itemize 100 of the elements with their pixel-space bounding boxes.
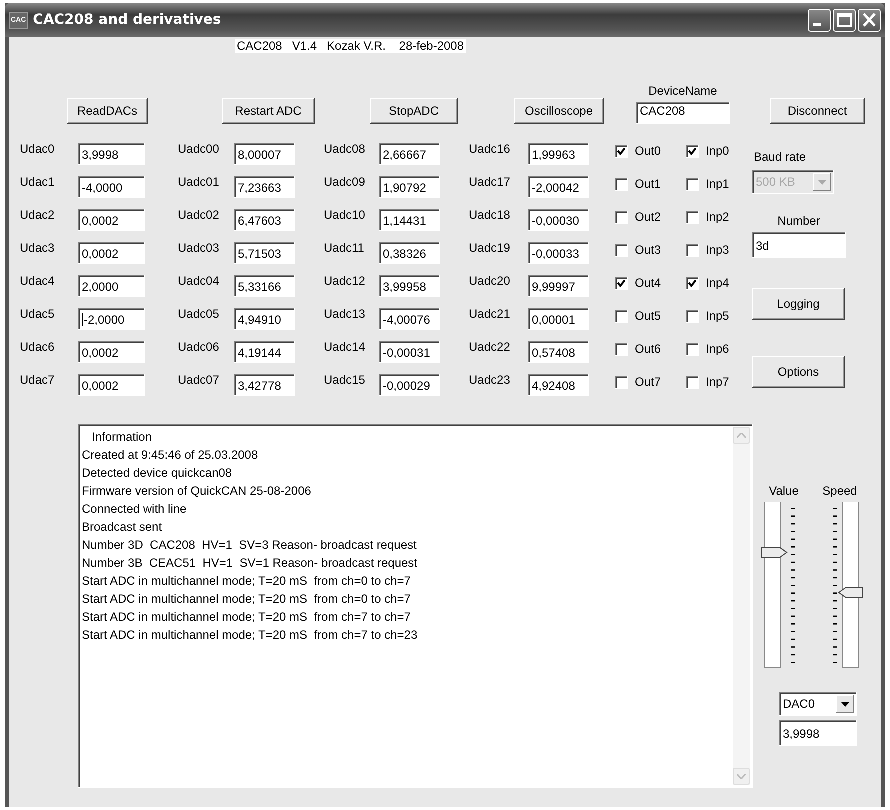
value-field[interactable]: 0,57408 — [528, 341, 589, 363]
value-field[interactable]: -0,00031 — [379, 341, 440, 363]
toolbar-button[interactable]: ReadDACs — [67, 98, 148, 124]
log-line: Created at 9:45:46 of 25.03.2008 — [82, 447, 260, 464]
value-field[interactable]: -2,0000 — [78, 308, 145, 330]
field-label: Uadc02 — [178, 207, 220, 224]
log-line: Broadcast sent — [82, 519, 164, 536]
number-field[interactable]: 3d — [752, 232, 846, 258]
checkbox[interactable] — [686, 342, 699, 356]
value-field[interactable]: 0,00001 — [528, 308, 589, 330]
field-label: Uadc01 — [178, 174, 220, 191]
device-name-field[interactable]: CAC208 — [636, 102, 730, 124]
value-field[interactable]: 8,00007 — [234, 143, 295, 165]
value-field[interactable]: 7,23663 — [234, 176, 295, 198]
field-label: Uadc04 — [178, 273, 220, 290]
checkbox[interactable] — [686, 376, 699, 388]
side-button[interactable]: Options — [752, 356, 845, 388]
value-field[interactable]: 1,99963 — [528, 143, 589, 165]
checkbox[interactable] — [686, 210, 699, 224]
value-field[interactable]: 2,0000 — [78, 275, 145, 297]
log-line: Start ADC in multichannel mode; T=20 mS from ch=7 to ch=7 — [82, 609, 412, 626]
field-label: Uadc16 — [469, 141, 512, 158]
toolbar-button[interactable]: Restart ADC — [222, 98, 315, 124]
field-label: Uadc14 — [324, 339, 366, 356]
field-label: Udac6 — [20, 339, 56, 356]
field-label: Uadc12 — [324, 273, 366, 290]
value-field[interactable]: 0,0002 — [78, 341, 145, 363]
value-field[interactable]: 3,99958 — [379, 275, 440, 297]
value-field[interactable]: 0,0002 — [78, 209, 145, 231]
value-field[interactable]: 2,66667 — [379, 143, 440, 165]
checkbox[interactable] — [686, 178, 699, 190]
disconnect-button[interactable]: Disconnect — [770, 98, 865, 124]
checkbox[interactable] — [615, 310, 628, 322]
checkbox[interactable] — [615, 276, 628, 290]
value-field[interactable]: 5,71503 — [234, 242, 295, 264]
slider-label: Value — [769, 484, 799, 498]
checkbox-label: Out5 — [635, 309, 662, 323]
value-field[interactable]: -0,00029 — [379, 374, 440, 396]
log-line: Information — [91, 429, 154, 446]
value-field[interactable]: -4,00076 — [379, 308, 440, 330]
value-field[interactable]: 5,33166 — [234, 275, 295, 297]
maximize-button[interactable] — [833, 8, 856, 32]
toolbar-button[interactable]: StopADC — [370, 98, 458, 124]
channel-value-field[interactable]: 3,9998 — [779, 720, 857, 746]
field-label: Uadc15 — [324, 372, 366, 389]
checkbox-label: Out1 — [635, 177, 662, 191]
value-field[interactable]: 4,92408 — [528, 374, 589, 396]
slider-thumb[interactable] — [762, 547, 788, 558]
checkbox[interactable] — [686, 144, 699, 158]
checkbox-label: Inp0 — [706, 144, 730, 158]
checkbox-label: Out3 — [635, 243, 662, 257]
close-button[interactable] — [858, 8, 881, 32]
log-line: Start ADC in multichannel mode; T=20 mS from ch=0 to ch=7 — [82, 591, 412, 608]
field-label: Uadc05 — [178, 306, 220, 323]
checkbox[interactable] — [686, 244, 699, 256]
channel-dropdown[interactable]: DAC0 — [779, 692, 857, 716]
value-field[interactable]: 0,0002 — [78, 374, 145, 396]
field-label: Udac5 — [20, 306, 56, 323]
version-label: CAC208 V1.4 Kozak V.R. 28-feb-2008 — [235, 39, 466, 53]
value-field[interactable]: 6,47603 — [234, 209, 295, 231]
value-field[interactable]: 4,19144 — [234, 341, 295, 363]
value-field[interactable]: -4,0000 — [78, 176, 145, 198]
value-field[interactable]: 3,42778 — [234, 374, 295, 396]
side-button[interactable]: Logging — [752, 288, 845, 320]
minimize-button[interactable] — [808, 8, 831, 32]
field-label: Number — [776, 214, 822, 228]
field-label: Uadc11 — [324, 240, 366, 257]
field-label: Udac1 — [20, 174, 56, 191]
field-label: Uadc20 — [469, 273, 512, 290]
value-field[interactable]: 0,0002 — [78, 242, 145, 264]
checkbox[interactable] — [615, 144, 628, 158]
value-field[interactable]: 1,90792 — [379, 176, 440, 198]
value-field[interactable]: 1,14431 — [379, 209, 440, 231]
checkbox[interactable] — [686, 310, 699, 322]
checkbox[interactable] — [615, 210, 628, 224]
checkbox[interactable] — [686, 276, 699, 290]
checkbox-label: Inp6 — [706, 342, 730, 356]
log-line: Start ADC in multichannel mode; T=20 mS from ch=7 to ch=23 — [82, 627, 419, 644]
value-field[interactable]: -2,00042 — [528, 176, 589, 198]
window-title: CAC208 and derivatives — [33, 12, 222, 28]
value-field[interactable]: 4,94910 — [234, 308, 295, 330]
checkbox[interactable] — [615, 244, 628, 256]
toolbar-button[interactable]: Oscilloscope — [514, 98, 604, 124]
value-field[interactable]: -0,00030 — [528, 209, 589, 231]
field-label: Uadc07 — [178, 372, 220, 389]
field-label: DeviceName — [648, 84, 718, 98]
slider-thumb[interactable] — [838, 587, 863, 598]
value-field[interactable]: 3,9998 — [78, 143, 145, 165]
checkbox[interactable] — [615, 376, 628, 388]
checkbox-label: Inp2 — [706, 210, 730, 224]
checkbox-label: Out4 — [635, 276, 662, 290]
field-label: Uadc13 — [324, 306, 366, 323]
checkbox[interactable] — [615, 342, 628, 356]
caret-icon — [840, 702, 850, 706]
value-field[interactable]: 9,99997 — [528, 275, 589, 297]
checkbox[interactable] — [615, 178, 628, 190]
value-field[interactable]: -0,00033 — [528, 242, 589, 264]
field-label: Uadc21 — [469, 306, 512, 323]
value-field[interactable]: 0,38326 — [379, 242, 440, 264]
field-label: Uadc19 — [469, 240, 512, 257]
